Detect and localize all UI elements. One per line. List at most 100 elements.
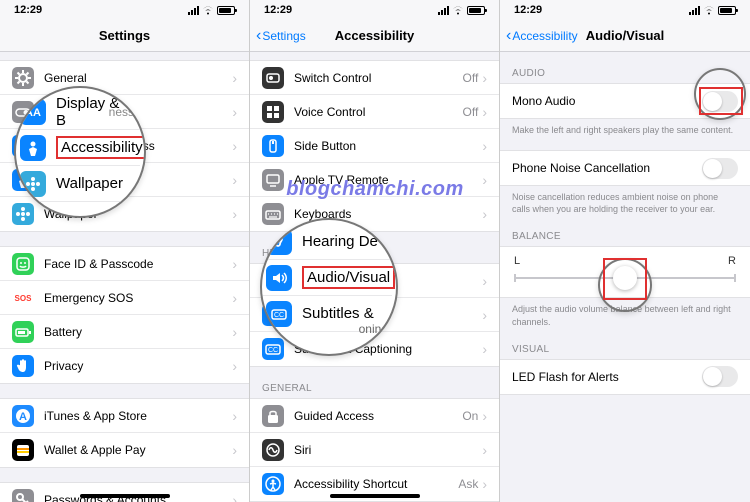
row-label: Accessibility bbox=[44, 173, 232, 187]
row-subtitles-captioning[interactable]: CCSubtitles & Captioning› bbox=[250, 332, 499, 366]
acc-icon bbox=[262, 473, 284, 495]
lock-icon bbox=[262, 405, 284, 427]
row-battery[interactable]: Battery› bbox=[0, 315, 249, 349]
row-accessibility[interactable]: Accessibility› bbox=[0, 163, 249, 197]
group-accounts: Passwords & Accounts›Mail› bbox=[0, 482, 249, 502]
row-switch-control[interactable]: Switch ControlOff› bbox=[250, 61, 499, 95]
chevron-right-icon: › bbox=[482, 138, 487, 154]
navbar: ‹Settings Accessibility bbox=[250, 20, 499, 52]
wifi-icon bbox=[703, 6, 715, 15]
pnc-toggle[interactable] bbox=[702, 158, 738, 179]
flower-icon bbox=[12, 203, 34, 225]
row-label: Wallet & Apple Pay bbox=[44, 443, 232, 457]
chevron-right-icon: › bbox=[232, 290, 237, 306]
group-general: General›Control Center›AADisplay & Brigh… bbox=[0, 60, 249, 232]
back-label: Accessibility bbox=[512, 29, 577, 43]
cc-icon: CC bbox=[262, 338, 284, 360]
time: 12:29 bbox=[14, 4, 42, 16]
chevron-left-icon: ‹ bbox=[506, 27, 511, 45]
row-itunes-app-store[interactable]: AiTunes & App Store› bbox=[0, 399, 249, 433]
back-label: Settings bbox=[262, 29, 305, 43]
person-icon bbox=[12, 169, 34, 191]
row-control-center[interactable]: Control Center› bbox=[0, 95, 249, 129]
row-voice-control[interactable]: Voice ControlOff› bbox=[250, 95, 499, 129]
navbar: ‹Accessibility Audio/Visual bbox=[500, 20, 750, 52]
chevron-right-icon: › bbox=[232, 138, 237, 154]
home-indicator[interactable] bbox=[80, 494, 170, 498]
row-label: Audio/Visual bbox=[294, 308, 482, 322]
chevron-right-icon: › bbox=[482, 172, 487, 188]
row-side-button[interactable]: Side Button› bbox=[250, 129, 499, 163]
page-title: Accessibility bbox=[335, 28, 415, 43]
row-face-id-passcode[interactable]: Face ID & Passcode› bbox=[0, 247, 249, 281]
row-guided-access[interactable]: Guided AccessOn› bbox=[250, 399, 499, 433]
row-keyboards[interactable]: Keyboards› bbox=[250, 197, 499, 231]
row-label: Side Button bbox=[294, 139, 482, 153]
row-audio-visual[interactable]: Audio/Visual› bbox=[250, 298, 499, 332]
tv-icon bbox=[262, 169, 284, 191]
mono-footer: Make the left and right speakers play th… bbox=[500, 119, 750, 136]
row-label: Battery bbox=[44, 325, 232, 339]
chevron-right-icon: › bbox=[232, 70, 237, 86]
chevron-left-icon: ‹ bbox=[256, 27, 261, 45]
back-button[interactable]: ‹Settings bbox=[256, 27, 306, 45]
row-label: Apple TV Remote bbox=[294, 173, 482, 187]
chevron-right-icon: › bbox=[482, 341, 487, 357]
row-emergency-sos[interactable]: SOSEmergency SOS› bbox=[0, 281, 249, 315]
group-visual: LED Flash for Alerts bbox=[500, 359, 750, 395]
row-label: Wallpaper bbox=[44, 207, 232, 221]
row-label: Privacy bbox=[44, 359, 232, 373]
wifi-icon bbox=[452, 6, 464, 15]
row-apple-tv-remote[interactable]: Apple TV Remote› bbox=[250, 163, 499, 197]
row-led-flash[interactable]: LED Flash for Alerts bbox=[500, 360, 750, 394]
redbox-mono-toggle bbox=[699, 87, 743, 115]
row-general[interactable]: General› bbox=[0, 61, 249, 95]
siri-icon bbox=[262, 439, 284, 461]
balance-footer: Adjust the audio volume balance between … bbox=[500, 298, 750, 327]
chevron-right-icon: › bbox=[232, 408, 237, 424]
chevron-right-icon: › bbox=[482, 408, 487, 424]
svg-text:CC: CC bbox=[268, 347, 278, 354]
chevron-right-icon: › bbox=[232, 492, 237, 502]
row-privacy[interactable]: Privacy› bbox=[0, 349, 249, 383]
row-siri[interactable]: Siri› bbox=[250, 433, 499, 467]
grid-icon bbox=[262, 101, 284, 123]
pnc-label: Phone Noise Cancellation bbox=[512, 161, 702, 175]
mono-audio-label: Mono Audio bbox=[512, 94, 702, 108]
row-label: Hearing Devices bbox=[294, 274, 482, 288]
key-icon bbox=[12, 489, 34, 502]
row-label: Keyboards bbox=[294, 207, 482, 221]
section-header-general: GENERAL bbox=[250, 377, 499, 398]
signal-icon bbox=[438, 6, 449, 15]
row-phone-noise-cancellation[interactable]: Phone Noise Cancellation bbox=[500, 151, 750, 185]
group-hearing: Hearing Devices›Audio/Visual›CCSubtitles… bbox=[250, 263, 499, 367]
chevron-right-icon: › bbox=[232, 172, 237, 188]
row-label: Voice Control bbox=[294, 105, 463, 119]
row-wallet-apple-pay[interactable]: Wallet & Apple Pay› bbox=[0, 433, 249, 467]
row-label: Siri bbox=[294, 443, 482, 457]
chevron-right-icon: › bbox=[482, 273, 487, 289]
row-display-brightness[interactable]: AADisplay & Brightness› bbox=[0, 129, 249, 163]
chevron-right-icon: › bbox=[482, 307, 487, 323]
row-label: Accessibility Shortcut bbox=[294, 477, 458, 491]
status-bar: 12:29 bbox=[500, 0, 750, 20]
home-indicator[interactable] bbox=[330, 494, 420, 498]
row-label: Guided Access bbox=[294, 409, 462, 423]
balance-R: R bbox=[728, 255, 736, 267]
led-toggle[interactable] bbox=[702, 366, 738, 387]
A-icon: A bbox=[12, 405, 34, 427]
chevron-right-icon: › bbox=[232, 358, 237, 374]
svg-text:AA: AA bbox=[15, 141, 31, 153]
AA-icon: AA bbox=[12, 135, 34, 157]
back-button[interactable]: ‹Accessibility bbox=[506, 27, 578, 45]
row-wallpaper[interactable]: Wallpaper› bbox=[0, 197, 249, 231]
row-value: Ask bbox=[458, 477, 478, 491]
battery-icon bbox=[217, 6, 235, 15]
row-hearing-devices[interactable]: Hearing Devices› bbox=[250, 264, 499, 298]
row-label: General bbox=[44, 71, 232, 85]
row-passwords-accounts[interactable]: Passwords & Accounts› bbox=[0, 483, 249, 502]
pnc-footer: Noise cancellation reduces ambient noise… bbox=[500, 186, 750, 215]
chevron-right-icon: › bbox=[482, 442, 487, 458]
chevron-right-icon: › bbox=[482, 104, 487, 120]
time: 12:29 bbox=[264, 4, 292, 16]
